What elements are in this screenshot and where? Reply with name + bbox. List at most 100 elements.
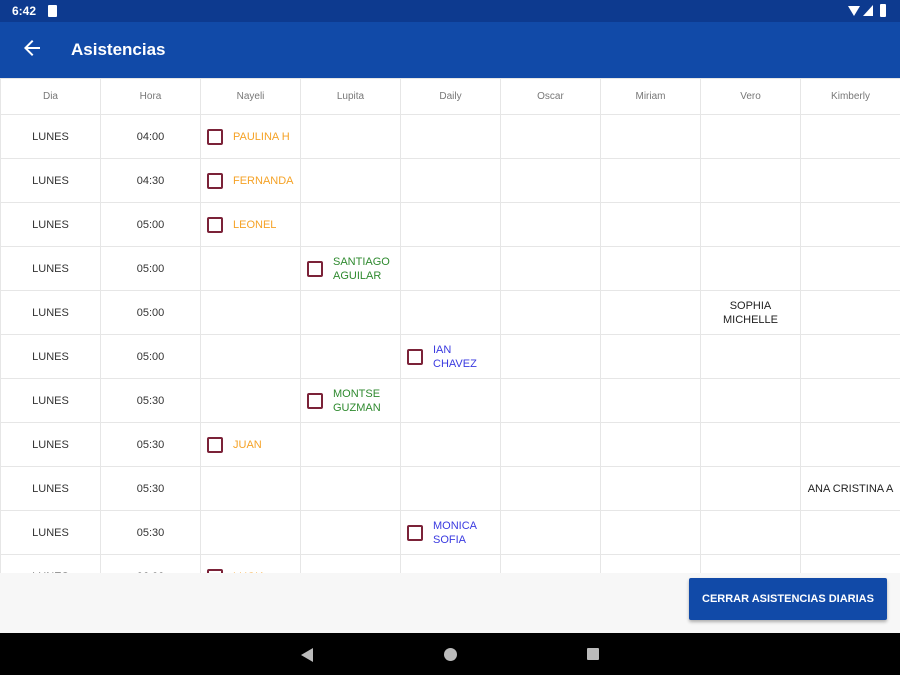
empty-cell bbox=[200, 378, 301, 423]
column-header: Nayeli bbox=[200, 78, 301, 115]
empty-cell bbox=[500, 334, 601, 379]
student-entry[interactable]: LEONEL bbox=[207, 216, 300, 233]
day-cell: LUNES bbox=[0, 378, 101, 423]
day-cell: LUNES bbox=[0, 422, 101, 467]
empty-cell bbox=[600, 202, 701, 247]
time-cell: 05:30 bbox=[100, 510, 201, 555]
empty-cell bbox=[600, 554, 701, 573]
student-name: SOPHIA MICHELLE bbox=[723, 300, 778, 326]
empty-cell bbox=[600, 334, 701, 379]
column-header: Miriam bbox=[600, 78, 701, 115]
nav-back-icon[interactable] bbox=[301, 648, 313, 662]
table-row: LUNES 04:00 PAULINA H bbox=[0, 114, 900, 159]
nav-home-icon[interactable] bbox=[444, 648, 457, 661]
student-name-line1: MONTSE bbox=[333, 387, 381, 400]
attendance-checkbox[interactable] bbox=[307, 392, 323, 409]
attendance-checkbox[interactable] bbox=[407, 524, 423, 541]
student-name-line1: FERNANDA bbox=[233, 174, 294, 187]
attendance-checkbox[interactable] bbox=[207, 216, 223, 233]
empty-cell bbox=[800, 554, 900, 573]
student-name: JUAN bbox=[233, 438, 262, 452]
attendance-checkbox[interactable] bbox=[407, 348, 423, 365]
empty-cell bbox=[400, 246, 501, 291]
empty-cell bbox=[400, 202, 501, 247]
empty-cell bbox=[300, 334, 401, 379]
column-header: Dia bbox=[0, 78, 101, 115]
empty-cell bbox=[600, 510, 701, 555]
column-header: Kimberly bbox=[800, 78, 900, 115]
student-cell: FERNANDA bbox=[200, 158, 301, 203]
table-row: LUNES 05:00 SANTIAGO AGUILAR bbox=[0, 246, 900, 291]
empty-cell bbox=[400, 378, 501, 423]
empty-cell bbox=[700, 422, 801, 467]
student-entry[interactable]: IAN CHAVEZ bbox=[407, 343, 500, 371]
student-name: PAULINA H bbox=[233, 130, 290, 144]
time-cell: 05:00 bbox=[100, 202, 201, 247]
time-cell: 05:00 bbox=[100, 290, 201, 335]
student-cell: PAULINA H bbox=[200, 114, 301, 159]
empty-cell bbox=[400, 158, 501, 203]
empty-cell bbox=[600, 290, 701, 335]
student-entry[interactable]: MONTSE GUZMAN bbox=[307, 387, 400, 415]
nav-recents-icon[interactable] bbox=[587, 648, 599, 660]
column-header: Vero bbox=[700, 78, 801, 115]
table-row: LUNES06:00LUCIA bbox=[0, 554, 900, 573]
empty-cell bbox=[200, 466, 301, 511]
day-cell: LUNES bbox=[0, 246, 101, 291]
student-entry[interactable]: SANTIAGO AGUILAR bbox=[307, 255, 400, 283]
wifi-icon bbox=[848, 6, 860, 16]
page-title: Asistencias bbox=[71, 40, 166, 59]
student-name: MONTSE GUZMAN bbox=[333, 387, 381, 415]
student-name-line2: GUZMAN bbox=[333, 401, 381, 414]
empty-cell bbox=[500, 422, 601, 467]
student-entry[interactable]: MONICA SOFIA bbox=[407, 519, 500, 547]
student-cell: SOPHIA MICHELLE bbox=[700, 290, 801, 335]
student-entry[interactable]: PAULINA H bbox=[207, 128, 300, 145]
attendance-checkbox[interactable] bbox=[207, 128, 223, 145]
student-name-line2: MICHELLE bbox=[722, 313, 779, 326]
day-cell: LUNES bbox=[0, 510, 101, 555]
student-name-line1: SOPHIA bbox=[729, 299, 772, 312]
student-entry[interactable]: FERNANDA bbox=[207, 172, 300, 189]
student-name: LEONEL bbox=[233, 218, 276, 232]
attendance-checkbox[interactable] bbox=[207, 436, 223, 453]
attendance-checkbox[interactable] bbox=[207, 172, 223, 189]
attendance-checkbox[interactable] bbox=[307, 260, 323, 277]
student-name-line1: ANA CRISTINA A bbox=[807, 482, 894, 495]
empty-cell bbox=[700, 378, 801, 423]
time-cell: 05:00 bbox=[100, 334, 201, 379]
student-name-line1: MONICA bbox=[433, 519, 477, 532]
table-row: LUNES 05:00 IAN CHAVEZ bbox=[0, 334, 900, 379]
header-row: Dia Hora Nayeli Lupita Daily Oscar Miriam Vero K… bbox=[0, 78, 900, 115]
student-cell: LEONEL bbox=[200, 202, 301, 247]
empty-cell bbox=[500, 290, 601, 335]
empty-cell bbox=[500, 554, 601, 573]
day-cell: LUNES bbox=[0, 334, 101, 379]
empty-cell bbox=[300, 290, 401, 335]
day-cell: LUNES bbox=[0, 466, 101, 511]
day-cell: LUNES bbox=[0, 554, 101, 573]
student-cell: MONTSE GUZMAN bbox=[300, 378, 401, 423]
empty-cell bbox=[500, 202, 601, 247]
student-name-line2: AGUILAR bbox=[333, 269, 382, 282]
close-daily-attendance-button[interactable]: CERRAR ASISTENCIAS DIARIAS bbox=[689, 578, 887, 620]
status-time: 6:42 bbox=[12, 4, 37, 18]
battery-icon bbox=[880, 4, 886, 17]
empty-cell bbox=[600, 158, 701, 203]
student-name: ANA CRISTINA A bbox=[808, 483, 894, 495]
empty-cell bbox=[200, 510, 301, 555]
empty-cell bbox=[600, 378, 701, 423]
empty-cell bbox=[200, 246, 301, 291]
empty-cell bbox=[200, 290, 301, 335]
student-name: IAN CHAVEZ bbox=[433, 343, 477, 371]
attendance-grid[interactable]: Dia Hora Nayeli Lupita Daily Oscar Miriam Vero K… bbox=[0, 78, 900, 573]
empty-cell bbox=[700, 510, 801, 555]
table-row: LUNES 05:30 MONICA SOFIA bbox=[0, 510, 900, 555]
back-arrow-icon[interactable] bbox=[20, 36, 44, 60]
time-cell: 05:30 bbox=[100, 466, 201, 511]
student-cell: JUAN bbox=[200, 422, 301, 467]
bottom-action-area: CERRAR ASISTENCIAS DIARIAS bbox=[0, 573, 900, 633]
student-name: SANTIAGO AGUILAR bbox=[333, 255, 390, 283]
student-name-line1: LEONEL bbox=[233, 218, 277, 231]
student-entry[interactable]: JUAN bbox=[207, 436, 300, 453]
